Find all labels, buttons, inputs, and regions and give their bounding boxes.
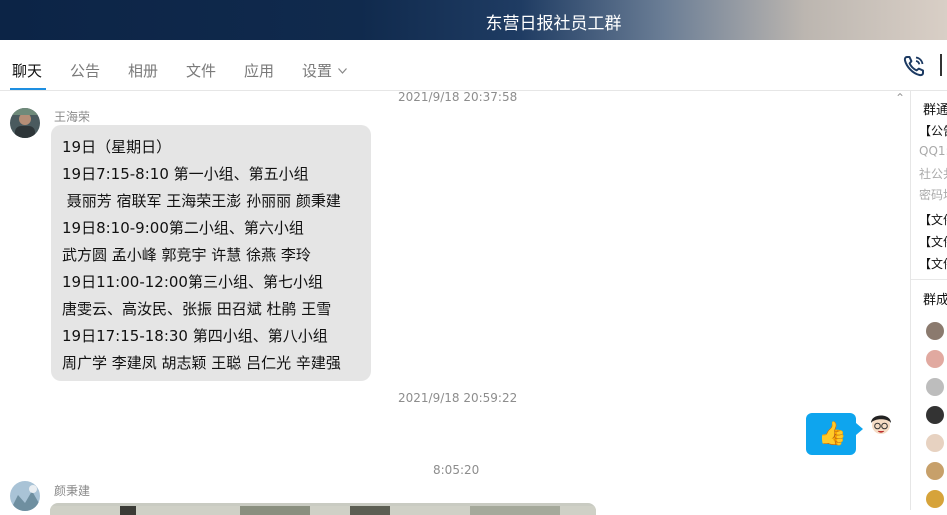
photo-preview [50,506,596,515]
message-bubble[interactable]: 19日（星期日） 19日7:15-8:10 第一小组、第五小组 聂丽芳 宿联军 … [51,125,371,381]
tab-apps[interactable]: 应用 [244,60,274,81]
tab-announcement[interactable]: 公告 [70,60,100,81]
member-avatar[interactable] [926,490,944,508]
member-avatar[interactable] [926,350,944,368]
image-message[interactable] [50,503,596,515]
thumbs-up-icon: 👍 [818,421,847,447]
notice-line: 密码均 [919,188,947,202]
close-icon[interactable]: ⌃ [895,91,905,105]
message-line: 唐雯云、高汝民、张振 田召斌 杜鹃 王雪 [62,300,332,318]
avatar[interactable] [10,481,40,511]
title-bar: 东营日报社员工群 [0,0,947,40]
active-tab-indicator [10,88,46,90]
more-button[interactable] [940,54,947,76]
member-avatar[interactable] [926,406,944,424]
tab-files[interactable]: 文件 [186,60,216,81]
sender-name: 王海荣 [54,110,91,124]
timestamp: 8:05:20 [433,463,480,477]
timestamp: 2021/9/18 20:59:22 [398,391,518,405]
divider [911,279,947,280]
phone-icon[interactable] [902,54,926,78]
members-title: 群成 [923,293,947,308]
file-link[interactable]: 【文件 [919,255,947,272]
chevron-down-icon [338,68,347,74]
file-link[interactable]: 【文件 [919,211,947,228]
tab-settings-label: 设置 [302,62,333,80]
chat-area[interactable]: ⌃ 2021/9/18 20:37:58 王海荣 19日（星期日） 19日7:1… [0,90,910,515]
message-line: 19日7:15-8:10 第一小组、第五小组 [62,165,309,183]
message-line: 19日17:15-18:30 第四小组、第八小组 [62,327,328,345]
tab-bar: 聊天 公告 相册 文件 应用 设置 [0,40,947,91]
message-line: 聂丽芳 宿联军 王海荣王澎 孙丽丽 颜秉建 [62,192,341,210]
member-avatar[interactable] [926,434,944,452]
notice-line[interactable]: 【公告 [919,122,947,139]
file-link[interactable]: 【文件 [919,233,947,250]
member-avatar[interactable] [926,322,944,340]
notice-line: QQ1: [919,144,947,158]
bubble-tail [856,423,863,435]
window-title: 东营日报社员工群 [485,14,622,34]
message-line: 武方圆 孟小峰 郭竞宇 许慧 徐燕 李玲 [62,246,311,264]
message-line: 19日（星期日） [62,138,172,156]
avatar[interactable] [10,108,40,138]
message-line: 19日8:10-9:00第二小组、第六小组 [62,219,304,237]
tab-settings[interactable]: 设置 [302,60,347,81]
emoji-message-bubble[interactable]: 👍 [806,413,856,455]
message-line: 19日11:00-12:00第三小组、第七小组 [62,273,323,291]
self-avatar[interactable] [866,409,896,439]
notice-line: 社公共 [919,167,947,181]
message-line: 周广学 李建凤 胡志颖 王聪 吕仁光 辛建强 [62,354,341,372]
notice-title: 群通 [923,103,947,118]
member-avatar[interactable] [926,462,944,480]
sender-name: 颜秉建 [54,484,91,498]
group-info-panel: 群通 【公告 QQ1: 社公共 密码均 【文件 【文件 【文件 群成 [910,91,947,510]
tab-album[interactable]: 相册 [128,60,158,81]
tab-chat[interactable]: 聊天 [12,60,42,81]
member-avatar[interactable] [926,378,944,396]
timestamp: 2021/9/18 20:37:58 [398,90,518,104]
